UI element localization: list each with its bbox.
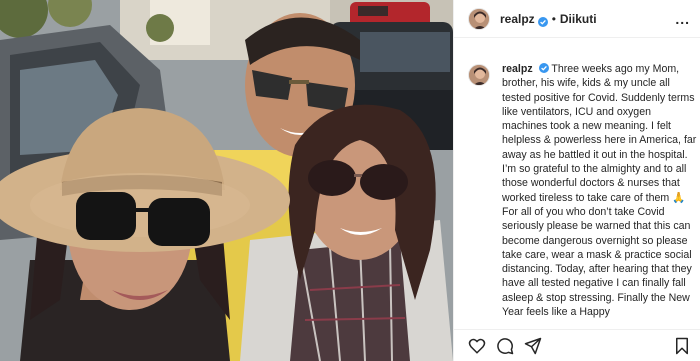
instagram-post: realpz • Diikuti ... realpz Three weeks … bbox=[0, 0, 700, 361]
bookmark-icon[interactable] bbox=[673, 337, 691, 355]
post-side-panel: realpz • Diikuti ... realpz Three weeks … bbox=[453, 0, 700, 361]
caption-avatar[interactable] bbox=[468, 64, 490, 86]
more-options-button[interactable]: ... bbox=[675, 11, 690, 27]
caption-text-block: realpz Three weeks ago my Mom, brother, … bbox=[502, 62, 697, 319]
comment-icon[interactable] bbox=[496, 337, 514, 355]
caption-body: Three weeks ago my Mom, brother, his wif… bbox=[502, 63, 697, 319]
caption-verified-icon bbox=[538, 63, 549, 73]
caption-username[interactable]: realpz bbox=[502, 63, 533, 75]
follow-button[interactable]: Diikuti bbox=[560, 12, 597, 26]
post-photo-image bbox=[0, 0, 453, 361]
post-photo[interactable] bbox=[0, 0, 453, 361]
avatar[interactable] bbox=[468, 7, 490, 30]
action-bar bbox=[454, 329, 700, 361]
username-link[interactable]: realpz bbox=[500, 12, 535, 26]
separator-dot: • bbox=[551, 11, 556, 26]
post-caption: realpz Three weeks ago my Mom, brother, … bbox=[468, 62, 697, 332]
verified-badge-icon bbox=[537, 14, 548, 27]
share-icon[interactable] bbox=[524, 337, 542, 355]
post-header: realpz • Diikuti ... bbox=[454, 0, 700, 38]
heart-icon[interactable] bbox=[468, 337, 486, 355]
